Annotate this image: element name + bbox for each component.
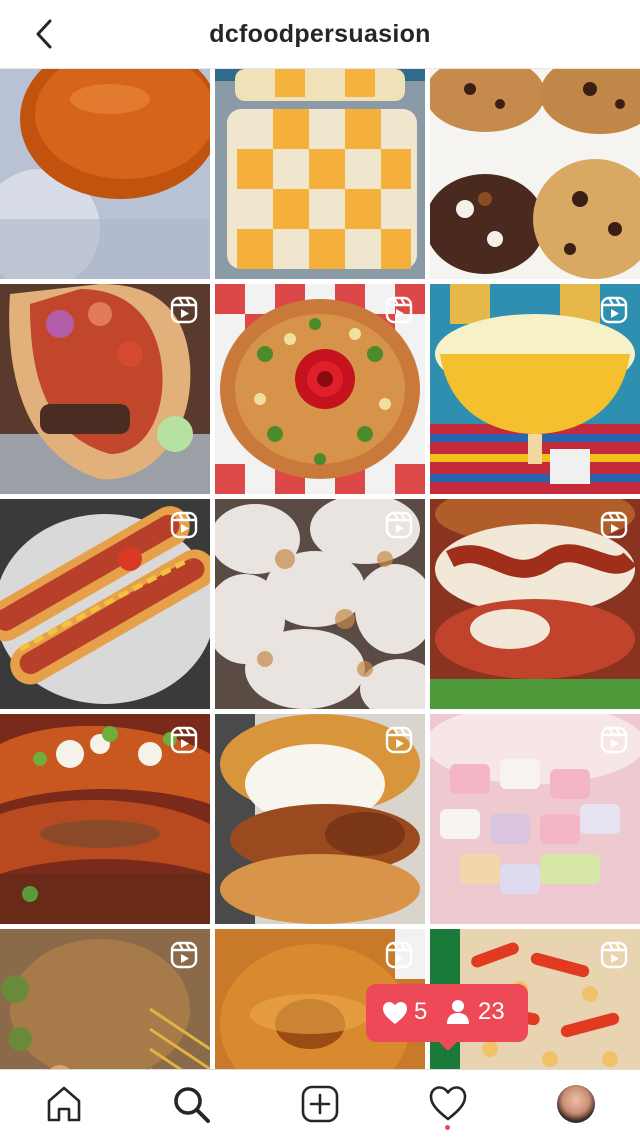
reel-icon (385, 941, 413, 969)
reel-icon (600, 726, 628, 754)
reel-icon (170, 941, 198, 969)
grid-post-chicken-sandwich[interactable] (215, 714, 425, 924)
activity-indicator-dot (445, 1125, 450, 1130)
activity-notification-bubble[interactable]: 5 23 (366, 984, 528, 1051)
reel-icon (385, 726, 413, 754)
reel-icon (170, 726, 198, 754)
grid-post-cookies[interactable] (430, 69, 640, 279)
post-grid (0, 69, 640, 1069)
follows-count: 23 (478, 998, 505, 1025)
likes-count: 5 (414, 998, 428, 1025)
tab-new-post[interactable] (300, 1084, 340, 1124)
reel-icon (600, 296, 628, 324)
grid-post-hibachi[interactable] (0, 929, 210, 1069)
tab-home[interactable] (44, 1084, 84, 1124)
grid-post-margarita[interactable] (430, 284, 640, 494)
home-icon (47, 1086, 81, 1122)
reel-icon (385, 296, 413, 324)
tab-activity[interactable] (428, 1084, 468, 1124)
reel-icon (385, 511, 413, 539)
reel-icon (170, 296, 198, 324)
tab-search[interactable] (171, 1084, 211, 1124)
grid-post-beignets[interactable] (215, 499, 425, 709)
heart-outline-icon (429, 1086, 467, 1121)
avatar[interactable] (557, 1085, 595, 1123)
bottom-tab-bar (0, 1069, 640, 1139)
top-bar: dcfoodpersuasion (0, 0, 640, 69)
reel-icon (600, 511, 628, 539)
search-icon (174, 1087, 210, 1123)
grid-post-tacos-rose[interactable] (215, 284, 425, 494)
grid-post-gyro[interactable] (0, 284, 210, 494)
profile-username-title: dcfoodpersuasion (209, 20, 431, 48)
grid-post-cheesecake[interactable] (215, 69, 425, 279)
heart-icon (383, 1002, 407, 1024)
grid-post-bacon-burger[interactable] (430, 499, 640, 709)
grid-post-hotdogs[interactable] (0, 499, 210, 709)
reel-icon (600, 941, 628, 969)
grid-post-marshmallows[interactable] (430, 714, 640, 924)
add-post-icon (301, 1085, 339, 1123)
grid-post-quesabirria[interactable] (0, 714, 210, 924)
reel-icon (170, 511, 198, 539)
grid-post-flan[interactable] (0, 69, 210, 279)
person-icon (447, 1000, 469, 1024)
